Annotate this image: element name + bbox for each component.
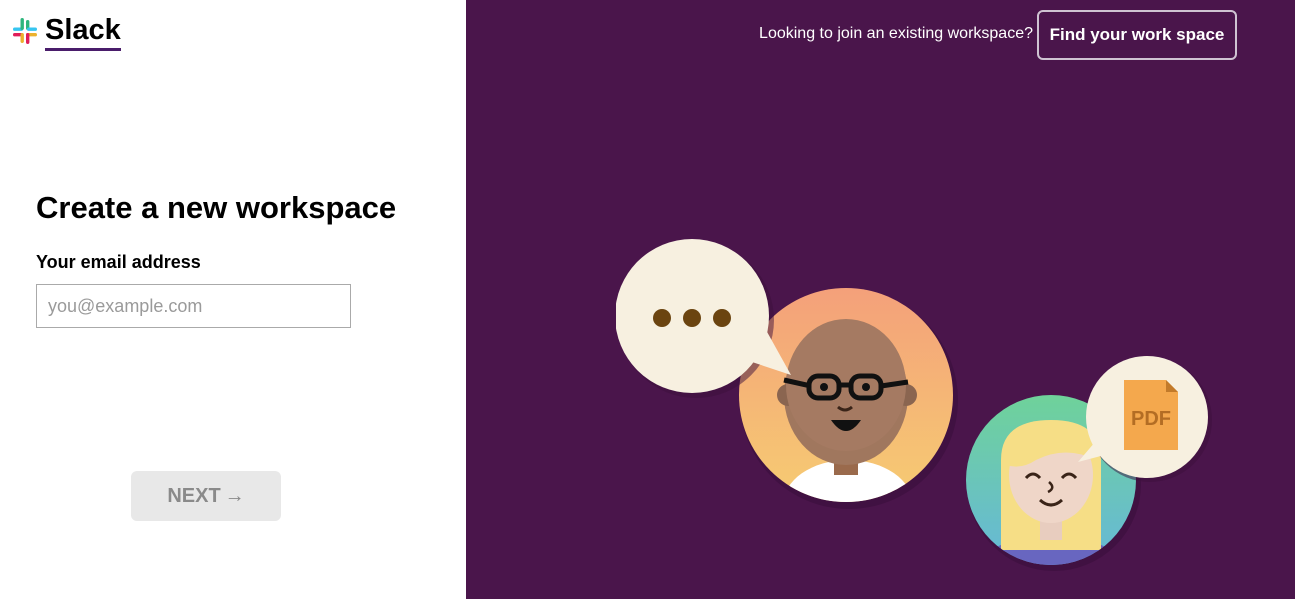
hero-panel: Looking to join an existing workspace? F…	[466, 0, 1295, 599]
people-chatting-illustration: PDF	[616, 239, 1212, 571]
page-title: Create a new workspace	[36, 190, 397, 225]
pdf-file-label: PDF	[1131, 408, 1171, 430]
email-field[interactable]	[36, 284, 351, 328]
email-label: Your email address	[36, 252, 201, 272]
pdf-file-icon: PDF	[1124, 380, 1178, 450]
slack-logo-text: Slack	[45, 12, 121, 51]
next-button-label: NEXT	[167, 484, 221, 507]
slack-logo-icon	[13, 17, 37, 44]
join-workspace-prompt: Looking to join an existing workspace?	[759, 25, 1033, 42]
next-button[interactable]: NEXT →	[131, 471, 281, 521]
find-workspace-button[interactable]: Find your work space	[1037, 10, 1237, 60]
slack-logo-link[interactable]: Slack	[10, 12, 121, 51]
arrow-right-icon: →	[224, 484, 245, 507]
signup-panel: Slack Create a new workspace Your email …	[0, 0, 466, 599]
create-workspace-page: Slack Create a new workspace Your email …	[0, 0, 1295, 599]
